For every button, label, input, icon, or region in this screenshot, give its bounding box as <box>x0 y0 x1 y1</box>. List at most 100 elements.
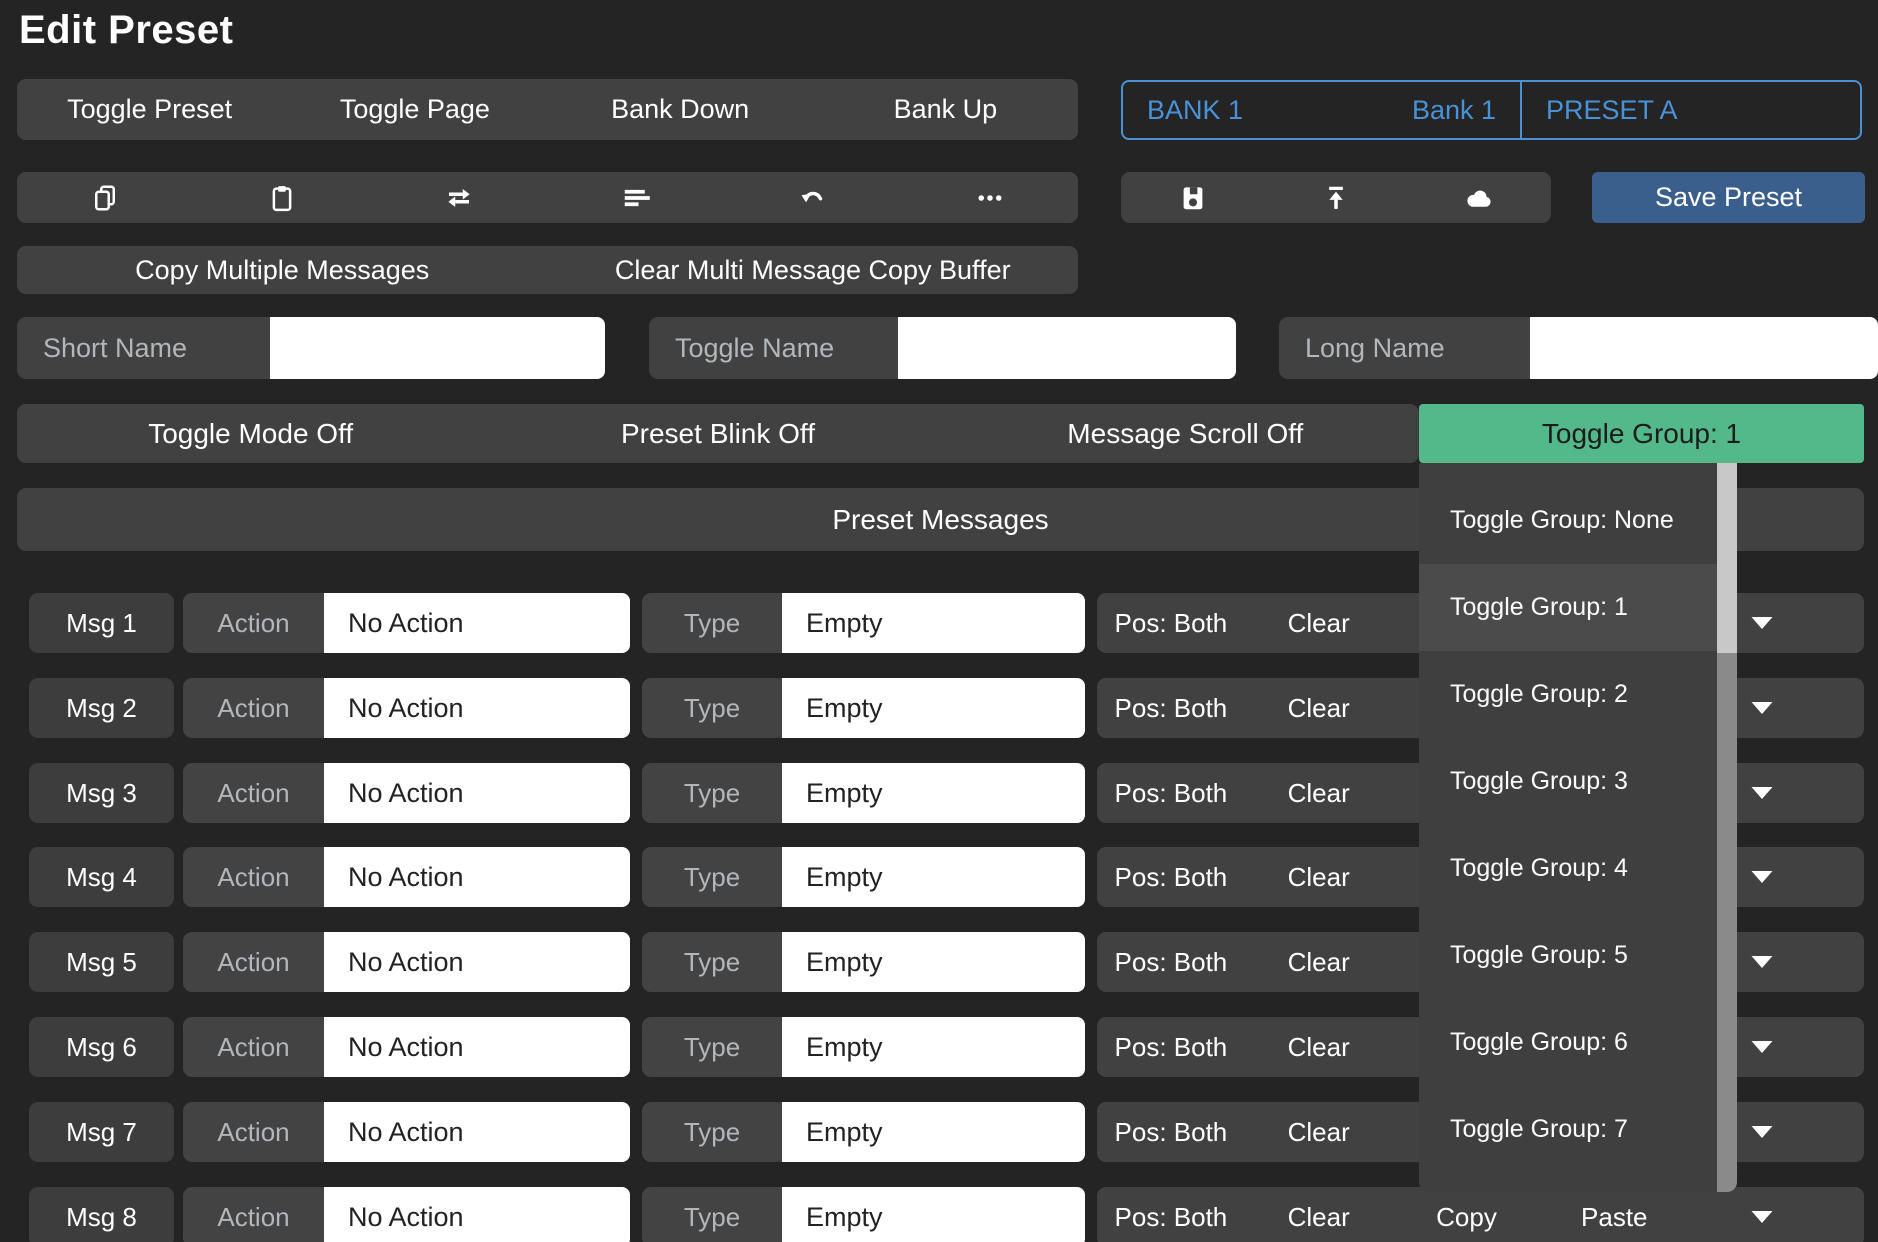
clear-button[interactable]: Clear <box>1245 947 1393 978</box>
copy-multiple-messages-button[interactable]: Copy Multiple Messages <box>17 255 548 286</box>
toggle-mode-button[interactable]: Toggle Mode Off <box>17 418 484 450</box>
bank-selector[interactable]: BANK 1 Bank 1 <box>1123 82 1522 138</box>
copy-button[interactable]: Copy <box>1393 1202 1541 1233</box>
clear-button[interactable]: Clear <box>1245 1202 1393 1233</box>
bank-down-button[interactable]: Bank Down <box>548 94 813 125</box>
preset-mode-bar: Toggle Mode Off Preset Blink Off Message… <box>17 404 1419 463</box>
dropdown-scrollbar-thumb[interactable] <box>1717 463 1737 653</box>
action-label: Action <box>183 1102 324 1162</box>
msg-number-button[interactable]: Msg 6 <box>29 1017 174 1077</box>
action-select[interactable]: No Action <box>324 593 630 653</box>
copy-icon[interactable] <box>88 181 122 215</box>
chevron-down-icon <box>1751 1041 1773 1053</box>
msg-number-button[interactable]: Msg 8 <box>29 1187 174 1242</box>
chevron-down-icon <box>1751 956 1773 968</box>
msg-number-button[interactable]: Msg 2 <box>29 678 174 738</box>
preset-selector[interactable]: PRESET A <box>1522 82 1860 138</box>
preset-messages-title: Preset Messages <box>832 504 1048 536</box>
long-name-input[interactable] <box>1530 317 1878 379</box>
chevron-down-icon <box>1751 787 1773 799</box>
pos-button[interactable]: Pos: Both <box>1097 1117 1245 1148</box>
toggle-group-option[interactable]: Toggle Group: 2 <box>1419 651 1717 738</box>
multi-message-bar: Copy Multiple Messages Clear Multi Messa… <box>17 246 1078 294</box>
action-label: Action <box>183 847 324 907</box>
bank-name: Bank 1 <box>1412 95 1496 126</box>
toggle-name-label: Toggle Name <box>649 317 898 379</box>
message-scroll-button[interactable]: Message Scroll Off <box>952 418 1419 450</box>
toggle-group-option[interactable]: Toggle Group: 1 <box>1419 564 1717 651</box>
toggle-group-option[interactable]: Toggle Group: None <box>1419 477 1717 564</box>
paste-icon[interactable] <box>265 181 299 215</box>
type-select[interactable]: Empty <box>782 1187 1085 1242</box>
save-icon[interactable] <box>1176 181 1210 215</box>
dropdown-scrollbar[interactable] <box>1717 463 1737 1192</box>
undo-icon[interactable] <box>796 181 830 215</box>
type-select[interactable]: Empty <box>782 1017 1085 1077</box>
msg-number-button[interactable]: Msg 1 <box>29 593 174 653</box>
clear-button[interactable]: Clear <box>1245 1117 1393 1148</box>
align-lines-icon[interactable] <box>619 181 653 215</box>
swap-icon[interactable] <box>442 181 476 215</box>
type-label: Type <box>642 1187 782 1242</box>
type-select[interactable]: Empty <box>782 763 1085 823</box>
pos-button[interactable]: Pos: Both <box>1097 608 1245 639</box>
toggle-group-button[interactable]: Toggle Group: 1 <box>1419 404 1864 463</box>
pos-button[interactable]: Pos: Both <box>1097 1032 1245 1063</box>
cloud-icon[interactable] <box>1462 181 1496 215</box>
message-options-bar: Pos: BothClearCopyPaste <box>1097 1187 1864 1242</box>
type-select[interactable]: Empty <box>782 932 1085 992</box>
action-select[interactable]: No Action <box>324 1102 630 1162</box>
paste-button[interactable]: Paste <box>1540 1202 1688 1233</box>
toggle-name-input[interactable] <box>898 317 1236 379</box>
clear-button[interactable]: Clear <box>1245 778 1393 809</box>
clear-button[interactable]: Clear <box>1245 608 1393 639</box>
ellipsis-icon[interactable] <box>973 181 1007 215</box>
action-label: Action <box>183 932 324 992</box>
upload-icon[interactable] <box>1319 181 1353 215</box>
pos-button[interactable]: Pos: Both <box>1097 1202 1245 1233</box>
toggle-group-option[interactable]: Toggle Group: 5 <box>1419 912 1717 999</box>
action-label: Action <box>183 1187 324 1242</box>
toggle-group-option[interactable]: Toggle Group: 4 <box>1419 825 1717 912</box>
msg-number-button[interactable]: Msg 4 <box>29 847 174 907</box>
short-name-input[interactable] <box>270 317 605 379</box>
edit-preset-screen: Edit Preset Toggle Preset Toggle Page Ba… <box>0 0 1878 1242</box>
msg-number-button[interactable]: Msg 5 <box>29 932 174 992</box>
pos-button[interactable]: Pos: Both <box>1097 862 1245 893</box>
pos-button[interactable]: Pos: Both <box>1097 947 1245 978</box>
action-select[interactable]: No Action <box>324 678 630 738</box>
toggle-group-option[interactable]: Toggle Group: 3 <box>1419 738 1717 825</box>
chevron-down-icon <box>1751 617 1773 629</box>
clear-button[interactable]: Clear <box>1245 862 1393 893</box>
msg-number-button[interactable]: Msg 3 <box>29 763 174 823</box>
action-select[interactable]: No Action <box>324 1017 630 1077</box>
save-preset-button[interactable]: Save Preset <box>1592 172 1865 223</box>
pos-button[interactable]: Pos: Both <box>1097 693 1245 724</box>
action-label: Action <box>183 763 324 823</box>
type-select[interactable]: Empty <box>782 593 1085 653</box>
action-select[interactable]: No Action <box>324 847 630 907</box>
action-select[interactable]: No Action <box>324 763 630 823</box>
type-select[interactable]: Empty <box>782 1102 1085 1162</box>
preset-blink-button[interactable]: Preset Blink Off <box>484 418 951 450</box>
type-select[interactable]: Empty <box>782 678 1085 738</box>
expand-message-button[interactable] <box>1688 1211 1836 1223</box>
toggle-page-button[interactable]: Toggle Page <box>282 94 547 125</box>
long-name-label: Long Name <box>1279 317 1530 379</box>
msg-number-button[interactable]: Msg 7 <box>29 1102 174 1162</box>
clear-multi-message-buffer-button[interactable]: Clear Multi Message Copy Buffer <box>548 255 1079 286</box>
bank-up-button[interactable]: Bank Up <box>813 94 1078 125</box>
type-label: Type <box>642 593 782 653</box>
action-select[interactable]: No Action <box>324 932 630 992</box>
action-label: Action <box>183 593 324 653</box>
clear-button[interactable]: Clear <box>1245 693 1393 724</box>
clear-button[interactable]: Clear <box>1245 1032 1393 1063</box>
toggle-group-option[interactable]: Toggle Group: 6 <box>1419 999 1717 1086</box>
type-label: Type <box>642 932 782 992</box>
toggle-preset-button[interactable]: Toggle Preset <box>17 94 282 125</box>
pos-button[interactable]: Pos: Both <box>1097 778 1245 809</box>
action-select[interactable]: No Action <box>324 1187 630 1242</box>
type-label: Type <box>642 763 782 823</box>
toggle-group-option[interactable]: Toggle Group: 7 <box>1419 1086 1717 1173</box>
type-select[interactable]: Empty <box>782 847 1085 907</box>
